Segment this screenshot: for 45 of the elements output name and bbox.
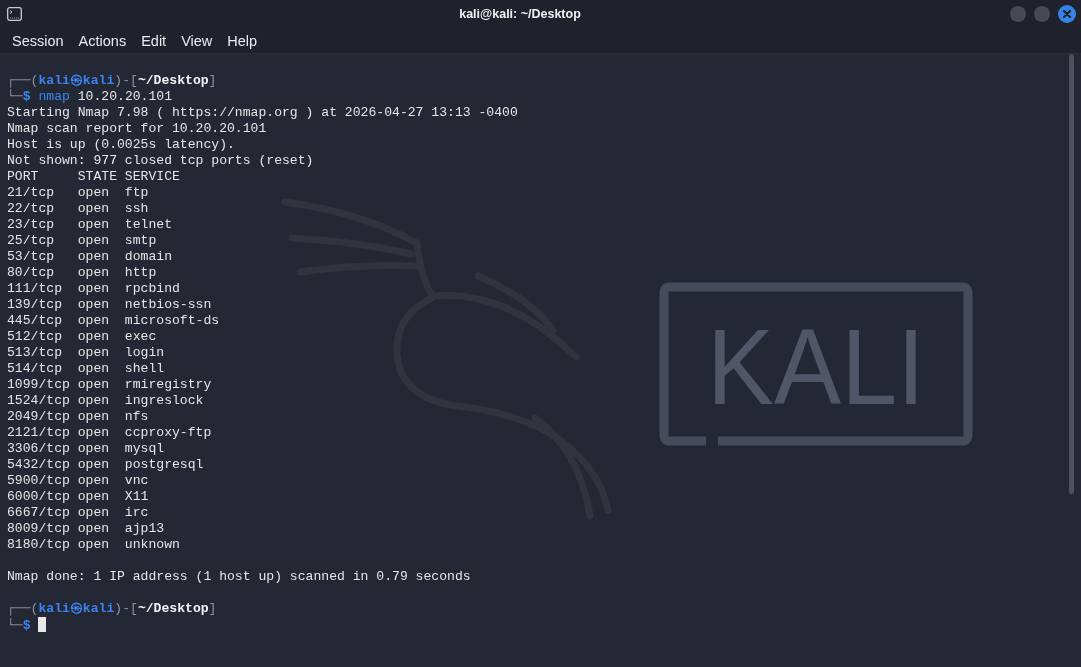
port-row-text: 1099/tcp open rmiregistry [7, 377, 213, 393]
port-row-text: 5432/tcp open postgresql [7, 457, 205, 473]
port-row-text: 6667/tcp open irc [7, 505, 150, 521]
output-line: Nmap done: 1 IP address (1 host up) scanned in 0.79 seconds [7, 569, 472, 585]
output-line: Starting Nmap 7.98 ( https://nmap.org ) at 2026-04-27 13:13 -0400 [7, 105, 519, 121]
port-row-text: 513/tcp open login [7, 345, 166, 361]
command-line: └─$ nmap 10.20.20.101 [7, 89, 173, 104]
window-title: kali@kali: ~/Desktop [458, 6, 582, 22]
port-row-text: 80/tcp open http [7, 265, 158, 281]
prompt-line: ┌──(kali㉿kali)-[~/Desktop] [7, 73, 218, 89]
port-row-text: 445/tcp open microsoft-ds [7, 313, 221, 329]
prompt-line: ┌──(kali㉿kali)-[~/Desktop] [7, 601, 218, 617]
port-row-text: 1524/tcp open ingreslock [7, 393, 205, 409]
port-row-text: 21/tcp open ftp [7, 185, 150, 201]
close-icon [1063, 10, 1071, 18]
port-row-text: 2049/tcp open nfs [7, 409, 150, 425]
port-row-text: 8180/tcp open unknown [7, 537, 181, 553]
port-row-text: 25/tcp open smtp [7, 233, 158, 249]
maximize-button[interactable] [1034, 6, 1050, 22]
scrollbar-thumb[interactable] [1069, 54, 1074, 494]
output-line: Host is up (0.0025s latency). [7, 137, 236, 153]
menu-item[interactable]: Help [220, 30, 265, 51]
port-row-text: 514/tcp open shell [7, 361, 166, 377]
port-row-text: 2121/tcp open ccproxy-ftp [7, 425, 213, 441]
port-row-text: 6000/tcp open X11 [7, 489, 150, 505]
menu-item[interactable]: Edit [134, 30, 174, 51]
port-table-header: PORT STATE SERVICE [7, 169, 181, 185]
menu-item[interactable]: Actions [71, 30, 134, 51]
port-row-text: 53/tcp open domain [7, 249, 173, 265]
port-row-text: 8009/tcp open ajp13 [7, 521, 166, 537]
close-button[interactable] [1058, 5, 1076, 23]
menu-item[interactable]: Session [5, 30, 71, 51]
terminal-icon[interactable] [7, 7, 22, 21]
output-line: Not shown: 977 closed tcp ports (reset) [7, 153, 315, 169]
port-row-text: 3306/tcp open mysql [7, 441, 166, 457]
port-row-text: 23/tcp open telnet [7, 217, 173, 233]
port-row-text: 139/tcp open netbios-ssn [7, 297, 213, 313]
port-row-text: 512/tcp open exec [7, 329, 158, 345]
menu-item[interactable]: View [174, 30, 220, 51]
port-row-text: 5900/tcp open vnc [7, 473, 150, 489]
port-row-text: 22/tcp open ssh [7, 201, 150, 217]
minimize-button[interactable] [1010, 6, 1026, 22]
command-line: └─$ [7, 618, 31, 633]
output-line: Nmap scan report for 10.20.20.101 [7, 121, 268, 137]
port-row-text: 111/tcp open rpcbind [7, 281, 181, 297]
